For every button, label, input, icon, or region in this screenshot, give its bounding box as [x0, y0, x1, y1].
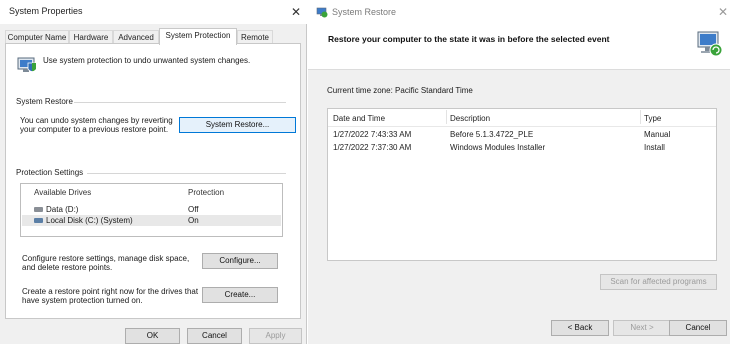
- configure-description-2: and delete restore points.: [22, 263, 113, 272]
- drive-name: Data (D:): [46, 205, 79, 214]
- close-icon[interactable]: ✕: [291, 6, 301, 18]
- table-row[interactable]: 1/27/2022 7:43:33 AM Before 5.1.3.4722_P…: [328, 128, 716, 140]
- row-date: 1/27/2022 7:43:33 AM: [333, 130, 412, 139]
- wizard-header: Restore your computer to the state it wa…: [308, 24, 730, 70]
- scan-affected-programs-button[interactable]: Scan for affected programs: [600, 274, 717, 290]
- system-properties-dialog: System Properties ✕ Computer Name Hardwa…: [0, 0, 307, 344]
- column-description[interactable]: Description: [450, 114, 490, 123]
- wizard-heading: Restore your computer to the state it wa…: [328, 34, 610, 44]
- cancel-button[interactable]: Cancel: [669, 320, 727, 336]
- drive-row-data[interactable]: Data (D:) Off: [22, 204, 281, 215]
- close-icon[interactable]: ✕: [718, 6, 728, 18]
- column-separator[interactable]: [640, 110, 641, 124]
- row-description: Before 5.1.3.4722_PLE: [450, 130, 534, 139]
- system-restore-description-2: your computer to a previous restore poin…: [20, 125, 169, 134]
- system-restore-group-title: System Restore: [16, 97, 73, 106]
- drive-row-local-disk[interactable]: Local Disk (C:) (System) On: [22, 215, 281, 226]
- tab-remote[interactable]: Remote: [237, 30, 273, 44]
- create-description: Create a restore point right now for the…: [22, 287, 199, 296]
- row-description: Windows Modules Installer: [450, 143, 546, 152]
- title-bar: System Restore ✕: [308, 0, 730, 24]
- windows-drive-icon: [34, 218, 43, 223]
- column-date-and-time[interactable]: Date and Time: [333, 114, 385, 123]
- column-protection: Protection: [188, 188, 225, 197]
- column-type[interactable]: Type: [644, 114, 661, 123]
- configure-button[interactable]: Configure...: [202, 253, 278, 269]
- configure-description: Configure restore settings, manage disk …: [22, 254, 190, 263]
- system-protection-icon: [17, 57, 37, 72]
- row-type: Install: [644, 143, 665, 152]
- system-restore-window: System Restore ✕ Restore your computer t…: [308, 0, 730, 344]
- system-restore-description: You can undo system changes by reverting: [20, 116, 173, 125]
- back-button[interactable]: < Back: [551, 320, 609, 336]
- tab-hardware[interactable]: Hardware: [69, 30, 113, 44]
- tab-advanced[interactable]: Advanced: [113, 30, 159, 44]
- row-date: 1/27/2022 7:37:30 AM: [333, 143, 412, 152]
- ok-button[interactable]: OK: [125, 328, 180, 344]
- create-button[interactable]: Create...: [202, 287, 278, 303]
- drive-protection: On: [188, 216, 199, 225]
- window-title: System Restore: [332, 7, 397, 17]
- column-available-drives: Available Drives: [34, 188, 92, 197]
- system-restore-button[interactable]: System Restore...: [179, 117, 296, 133]
- apply-button[interactable]: Apply: [249, 328, 302, 344]
- drives-list[interactable]: Available Drives Protection Data (D:) Of…: [20, 183, 283, 237]
- table-row[interactable]: 1/27/2022 7:37:30 AM Windows Modules Ins…: [328, 141, 716, 153]
- next-button[interactable]: Next >: [613, 320, 671, 336]
- current-time-zone: Current time zone: Pacific Standard Time: [327, 86, 473, 95]
- restore-points-table[interactable]: Date and Time Description Type 1/27/2022…: [327, 108, 717, 261]
- tab-system-protection[interactable]: System Protection: [159, 28, 237, 45]
- header-divider: [328, 126, 716, 127]
- title-bar: System Properties ✕: [0, 0, 307, 24]
- cancel-button[interactable]: Cancel: [187, 328, 242, 344]
- tab-computer-name[interactable]: Computer Name: [5, 30, 69, 44]
- drive-icon: [34, 207, 43, 212]
- protection-settings-group-title: Protection Settings: [16, 168, 84, 177]
- system-protection-panel: Use system protection to undo unwanted s…: [5, 43, 301, 319]
- intro-text: Use system protection to undo unwanted s…: [43, 56, 251, 65]
- column-separator[interactable]: [446, 110, 447, 124]
- tab-strip: Computer Name Hardware Advanced System P…: [5, 28, 301, 45]
- drive-protection: Off: [188, 205, 199, 214]
- system-restore-icon: [316, 7, 328, 18]
- restore-computer-icon: [697, 31, 723, 57]
- row-type: Manual: [644, 130, 671, 139]
- drive-name: Local Disk (C:) (System): [46, 216, 133, 225]
- group-divider: [74, 102, 286, 103]
- window-title: System Properties: [9, 6, 83, 16]
- group-divider: [87, 173, 286, 174]
- create-description-2: have system protection turned on.: [22, 296, 143, 305]
